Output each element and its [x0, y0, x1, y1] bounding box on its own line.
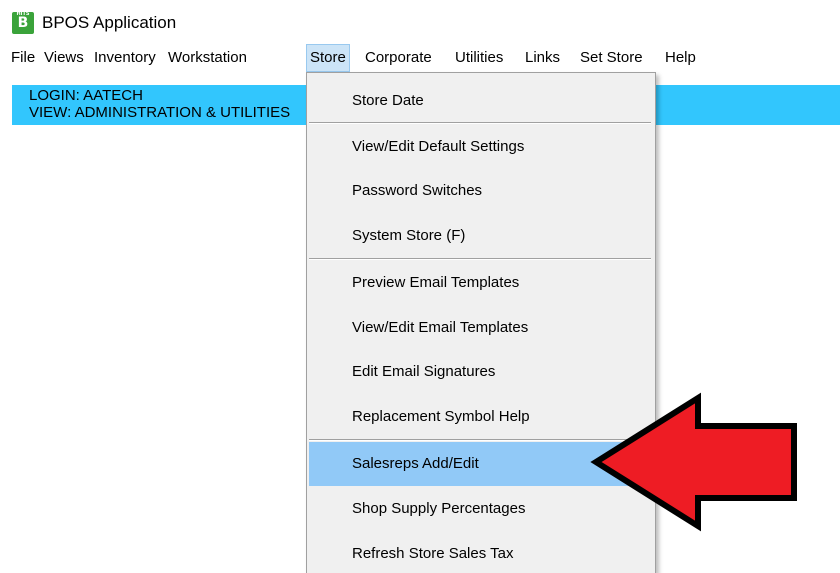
menu-corporate[interactable]: Corporate [362, 44, 435, 72]
menu-utilities[interactable]: Utilities [452, 44, 506, 72]
menu-item-edit-email-templates[interactable]: View/Edit Email Templates [309, 306, 651, 350]
menu-bar: File Views Inventory Workstation Store C… [0, 44, 840, 72]
menu-separator [309, 122, 651, 124]
menu-set-store[interactable]: Set Store [577, 44, 646, 72]
menu-item-edit-email-signatures[interactable]: Edit Email Signatures [309, 350, 651, 394]
window-title: BPOS Application [42, 13, 177, 32]
app-logo-icon: HITS B [12, 11, 34, 34]
app-logo-small-text: HITS [16, 11, 30, 17]
menu-item-system-store[interactable]: System Store (F) [309, 214, 651, 258]
menu-item-refresh-sales-tax[interactable]: Refresh Store Sales Tax [309, 532, 651, 573]
menu-item-password-switches[interactable]: Password Switches [309, 169, 651, 213]
app-logo-letter: B [17, 15, 29, 31]
login-label: LOGIN: AATECH [29, 87, 143, 104]
view-label: VIEW: ADMINISTRATION & UTILITIES [29, 104, 291, 121]
menu-item-store-date[interactable]: Store Date [309, 79, 651, 123]
menu-item-default-settings[interactable]: View/Edit Default Settings [309, 125, 651, 169]
menu-store[interactable]: Store [306, 44, 350, 72]
title-bar: HITS B BPOS Application [0, 0, 840, 42]
menu-workstation[interactable]: Workstation [165, 44, 250, 72]
menu-item-preview-email-templates[interactable]: Preview Email Templates [309, 261, 651, 305]
menu-file[interactable]: File [8, 44, 38, 72]
menu-inventory[interactable]: Inventory [91, 44, 159, 72]
menu-views[interactable]: Views [41, 44, 87, 72]
left-arrow-icon [590, 392, 797, 532]
menu-links[interactable]: Links [522, 44, 563, 72]
menu-help[interactable]: Help [662, 44, 699, 72]
menu-separator [309, 258, 651, 260]
